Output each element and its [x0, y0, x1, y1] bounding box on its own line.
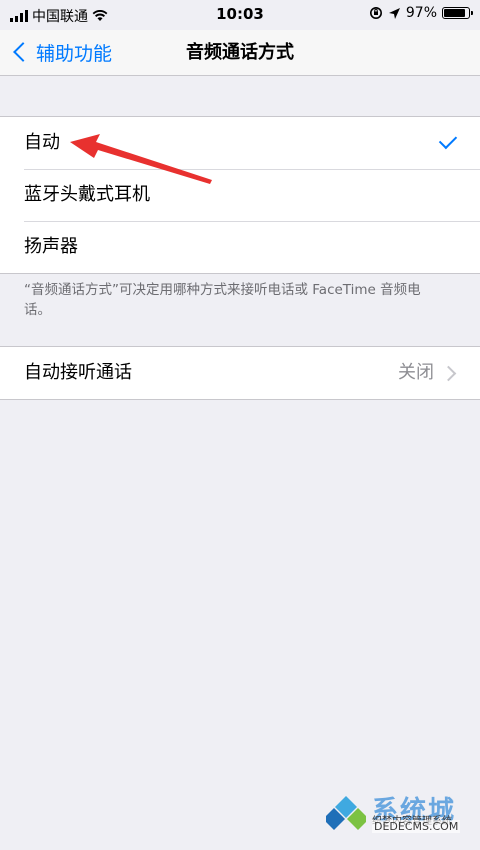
option-speaker[interactable]: 扬声器: [0, 221, 480, 273]
battery-icon: [442, 7, 473, 19]
annotation-arrow-icon: [70, 134, 212, 184]
watermark-domain: DEDECMS.COM: [372, 820, 461, 833]
status-bar: 中国联通 10:03 97%: [0, 0, 480, 30]
chevron-left-icon: [13, 42, 33, 62]
auto-answer-group: 自动接听通话 关闭: [0, 346, 480, 400]
checkmark-icon: [438, 130, 458, 150]
option-label: 自动: [24, 132, 60, 153]
watermark: 系统城 织梦内容管理系统 DEDECMS.COM: [320, 760, 478, 848]
auto-answer-value: 关闭: [398, 362, 434, 383]
rotation-lock-icon: [369, 7, 382, 19]
auto-answer-label: 自动接听通话: [24, 362, 132, 383]
watermark-logo-icon: [326, 796, 366, 830]
location-icon: [388, 7, 400, 19]
status-right: 97%: [369, 5, 473, 21]
back-label: 辅助功能: [36, 42, 113, 65]
back-button[interactable]: 辅助功能: [12, 38, 112, 66]
chevron-right-icon: [440, 365, 457, 382]
battery-percent: 97%: [405, 5, 437, 21]
navigation-bar: 音频通话方式 辅助功能: [0, 30, 480, 76]
group-footer-text: “音频通话方式”可决定用哪种方式来接听电话或 FaceTime 音频电话。: [24, 282, 421, 318]
option-label: 扬声器: [24, 236, 78, 257]
auto-answer-row[interactable]: 自动接听通话 关闭: [0, 347, 480, 399]
